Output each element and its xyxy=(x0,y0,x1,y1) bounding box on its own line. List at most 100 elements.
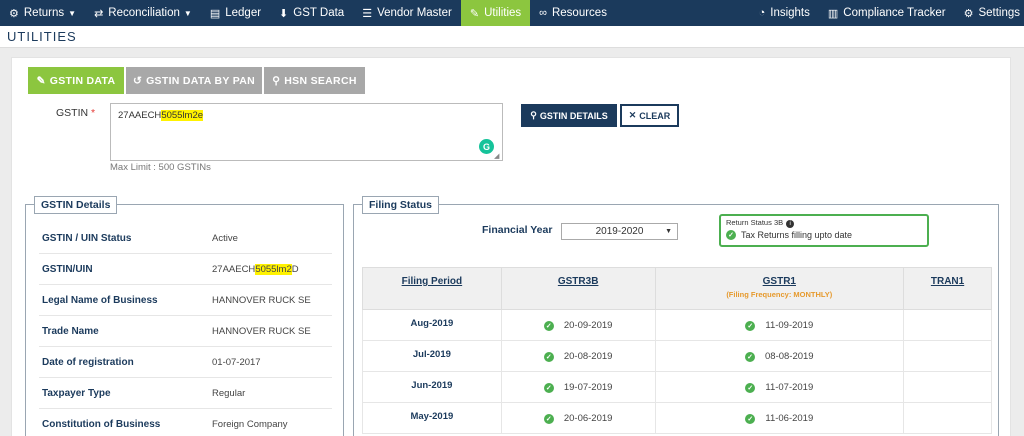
nav-label: Reconciliation xyxy=(108,7,180,19)
link-icon: ∞ xyxy=(539,7,547,19)
cell-date: 11-06-2019 xyxy=(765,412,814,424)
gstin-uin-redacted: 5055lm2 xyxy=(255,263,292,275)
cell-gstr1: ✓ 11-06-2019 xyxy=(654,402,905,434)
caret-down-icon: ▼ xyxy=(183,8,192,18)
detail-key: Taxpayer Type xyxy=(42,387,111,399)
grammarly-icon[interactable]: G xyxy=(479,139,494,154)
check-circle-icon: ✓ xyxy=(726,230,736,240)
nav-gst-data[interactable]: ⬇ GST Data xyxy=(270,0,353,26)
return-status-text: ✓ Tax Returns filling upto date xyxy=(726,230,852,240)
gstin-details-section: GSTIN Details GSTIN / UIN Status Active G… xyxy=(25,196,344,436)
page-title: UTILITIES xyxy=(7,29,77,44)
nav-insights[interactable]: ◔ Insights xyxy=(750,0,819,26)
detail-key: GSTIN / UIN Status xyxy=(42,232,132,244)
cell-tran1 xyxy=(903,402,992,434)
col-gstr1[interactable]: GSTR1 (Filing Frequency: MONTHLY) xyxy=(654,267,905,310)
col-filing-period[interactable]: Filing Period xyxy=(362,267,502,310)
cell-gstr3b: ✓ 19-07-2019 xyxy=(500,371,656,403)
button-label: CLEAR xyxy=(639,110,671,121)
top-nav: ⚙ Returns ▼ ⇄ Reconciliation ▼ ▤ Ledger ⬇ GST … xyxy=(0,0,1024,26)
cell-date: 11-09-2019 xyxy=(765,319,814,331)
return-status-title: Return Status 3B i xyxy=(726,218,795,228)
cell-period: May-2019 xyxy=(362,402,502,434)
nav-returns[interactable]: ⚙ Returns ▼ xyxy=(0,0,85,26)
detail-row: Trade Name HANNOVER RUCK SE xyxy=(39,316,332,347)
col-tran1[interactable]: TRAN1 xyxy=(903,267,992,310)
button-label: GSTIN DETAILS xyxy=(539,110,608,121)
cell-tran1 xyxy=(903,340,992,372)
gstin-details-button[interactable]: ⚲ GSTIN DETAILS xyxy=(521,104,617,127)
nav-vendor-master[interactable]: ☰ Vendor Master xyxy=(353,0,461,26)
tab-label: GSTIN DATA xyxy=(49,74,116,87)
reconciliation-icon: ⇄ xyxy=(94,7,104,20)
tab-gstin-data-by-pan[interactable]: ↺ GSTIN DATA BY PAN xyxy=(126,67,262,94)
detail-row: Constitution of Business Foreign Company xyxy=(39,409,332,436)
table-header-row: Filing Period GSTR3B GSTR1 (Filing Freque… xyxy=(362,267,992,310)
tab-hsn-search[interactable]: ⚲ HSN SEARCH xyxy=(264,67,365,94)
nav-reconciliation[interactable]: ⇄ Reconciliation ▼ xyxy=(85,0,201,26)
check-circle-icon: ✓ xyxy=(745,320,756,331)
cell-date: 19-07-2019 xyxy=(563,381,613,393)
gstin-label-text: GSTIN xyxy=(56,107,89,119)
detail-value: Foreign Company xyxy=(212,418,288,430)
detail-value: HANNOVER RUCK SE xyxy=(212,325,311,337)
gstin-textarea[interactable]: 27AAECH5055lm2e xyxy=(110,103,503,161)
table-row: May-2019 ✓ 20-06-2019 ✓ 11-06-2019 xyxy=(362,402,992,434)
resize-grip-icon[interactable]: ◢ xyxy=(494,152,499,160)
return-status-message: Tax Returns filling upto date xyxy=(741,230,853,240)
wrench-icon: ✎ xyxy=(469,7,480,20)
gstin-uin-suffix: D xyxy=(291,263,299,275)
cell-gstr1: ✓ 11-09-2019 xyxy=(654,309,905,341)
check-circle-icon: ✓ xyxy=(745,382,756,393)
cell-date: 20-06-2019 xyxy=(563,412,613,424)
cell-tran1 xyxy=(903,309,992,341)
gear-icon: ⚙ xyxy=(963,7,974,20)
financial-year-select[interactable]: 2019-2020 ▼ xyxy=(561,223,678,240)
check-circle-icon: ✓ xyxy=(745,413,756,424)
cell-gstr3b: ✓ 20-09-2019 xyxy=(500,309,656,341)
table-row: Jun-2019 ✓ 19-07-2019 ✓ 11-07-2019 xyxy=(362,371,992,403)
bar-chart-icon: ▥ xyxy=(827,7,839,20)
close-icon: ✕ xyxy=(628,110,637,120)
financial-year-value: 2019-2020 xyxy=(595,226,644,237)
pie-chart-icon: ◔ xyxy=(758,7,766,19)
cell-date: 11-07-2019 xyxy=(765,381,814,393)
clear-button[interactable]: ✕ CLEAR xyxy=(620,104,679,127)
nav-settings[interactable]: ⚙ Settings xyxy=(955,0,1024,26)
database-icon: ☰ xyxy=(362,7,373,20)
nav-ledger[interactable]: ▤ Ledger xyxy=(201,0,270,26)
nav-utilities[interactable]: ✎ Utilities xyxy=(460,0,531,26)
cell-gstr1: ✓ 11-07-2019 xyxy=(654,371,905,403)
detail-value: 01-07-2017 xyxy=(212,356,261,368)
col-gstr3b[interactable]: GSTR3B xyxy=(500,267,656,310)
check-circle-icon: ✓ xyxy=(543,320,554,331)
financial-year-label: Financial Year xyxy=(482,224,553,236)
download-icon: ⬇ xyxy=(279,7,289,20)
return-status-title-text: Return Status 3B xyxy=(726,218,784,227)
ledger-icon: ▤ xyxy=(209,7,221,20)
detail-value: Active xyxy=(212,232,238,244)
table-row: Jul-2019 ✓ 20-08-2019 ✓ 08-08-2019 xyxy=(362,340,992,372)
detail-row: GSTIN / UIN Status Active xyxy=(39,223,332,254)
returns-icon: ⚙ xyxy=(9,7,19,20)
cell-date: 20-08-2019 xyxy=(563,350,613,362)
check-circle-icon: ✓ xyxy=(543,413,554,424)
nav-label: Insights xyxy=(770,7,810,19)
nav-label: Settings xyxy=(978,7,1020,19)
detail-key: Date of registration xyxy=(42,356,134,368)
cell-period: Aug-2019 xyxy=(362,309,502,341)
tab-gstin-data[interactable]: ✎ GSTIN DATA xyxy=(28,67,124,94)
detail-key: Legal Name of Business xyxy=(42,294,158,306)
detail-key: Constitution of Business xyxy=(42,418,161,430)
nav-compliance-tracker[interactable]: ▥ Compliance Tracker xyxy=(819,0,955,26)
edit-icon: ✎ xyxy=(36,74,46,87)
nav-resources[interactable]: ∞ Resources xyxy=(530,0,616,26)
detail-row: GSTIN/UIN 27AAECH5055lm2D xyxy=(39,254,332,285)
title-bar: UTILITIES xyxy=(0,26,1024,48)
check-circle-icon: ✓ xyxy=(543,351,554,362)
filing-status-title: Filing Status xyxy=(362,196,439,214)
gstin-uin-prefix: 27AAECH xyxy=(212,263,256,275)
cell-gstr3b: ✓ 20-08-2019 xyxy=(500,340,656,372)
caret-down-icon: ▼ xyxy=(665,228,672,235)
info-icon[interactable]: i xyxy=(786,220,795,228)
